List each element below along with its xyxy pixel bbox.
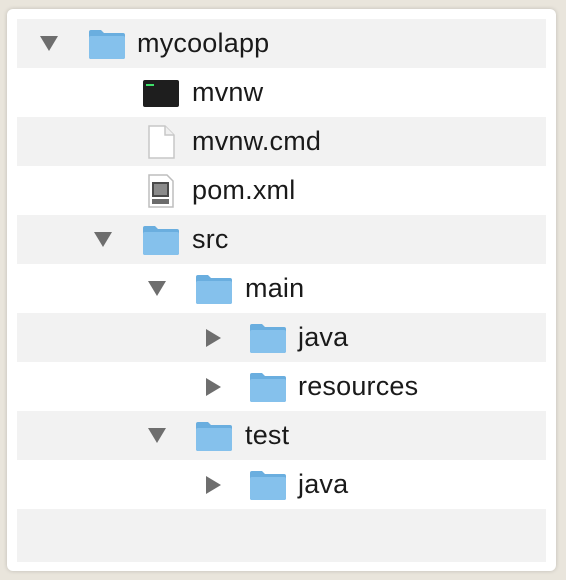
terminal-executable-icon [143,79,179,107]
tree-row-test-java[interactable]: java [17,460,546,509]
file-tree: mycoolapp mvnw mvnw.cmd pom.xml src main… [17,19,546,562]
folder-icon [250,323,286,353]
tree-row-test[interactable]: test [17,411,546,460]
empty-row [17,509,546,562]
tree-row-mycoolapp[interactable]: mycoolapp [17,19,546,68]
document-icon [148,124,175,159]
tree-item-label: mvnw [192,77,264,107]
tree-item-label: mvnw.cmd [192,126,322,156]
tree-item-label: java [298,469,349,499]
expanded-triangle-icon[interactable] [93,230,113,250]
folder-icon [143,225,179,255]
tree-item-label: test [245,420,290,450]
collapsed-triangle-icon[interactable] [203,475,223,495]
folder-icon [89,29,125,59]
tree-row-main-java[interactable]: java [17,313,546,362]
tree-item-label: main [245,273,305,303]
tree-item-label: resources [298,371,419,401]
expanded-triangle-icon[interactable] [39,34,59,54]
tree-row-pom-xml[interactable]: pom.xml [17,166,546,215]
tree-row-mvnw[interactable]: mvnw [17,68,546,117]
tree-item-label: src [192,224,229,254]
tree-item-label: pom.xml [192,175,296,205]
tree-item-label: java [298,322,349,352]
collapsed-triangle-icon[interactable] [203,328,223,348]
folder-icon [196,274,232,304]
xml-file-icon [148,173,174,208]
tree-row-src[interactable]: src [17,215,546,264]
tree-item-label: mycoolapp [137,28,270,58]
folder-icon [250,470,286,500]
folder-icon [196,421,232,451]
collapsed-triangle-icon[interactable] [203,377,223,397]
expanded-triangle-icon[interactable] [147,279,167,299]
folder-icon [250,372,286,402]
tree-row-mvnw-cmd[interactable]: mvnw.cmd [17,117,546,166]
tree-row-resources[interactable]: resources [17,362,546,411]
expanded-triangle-icon[interactable] [147,426,167,446]
tree-row-main[interactable]: main [17,264,546,313]
finder-window: mycoolapp mvnw mvnw.cmd pom.xml src main… [7,9,556,571]
